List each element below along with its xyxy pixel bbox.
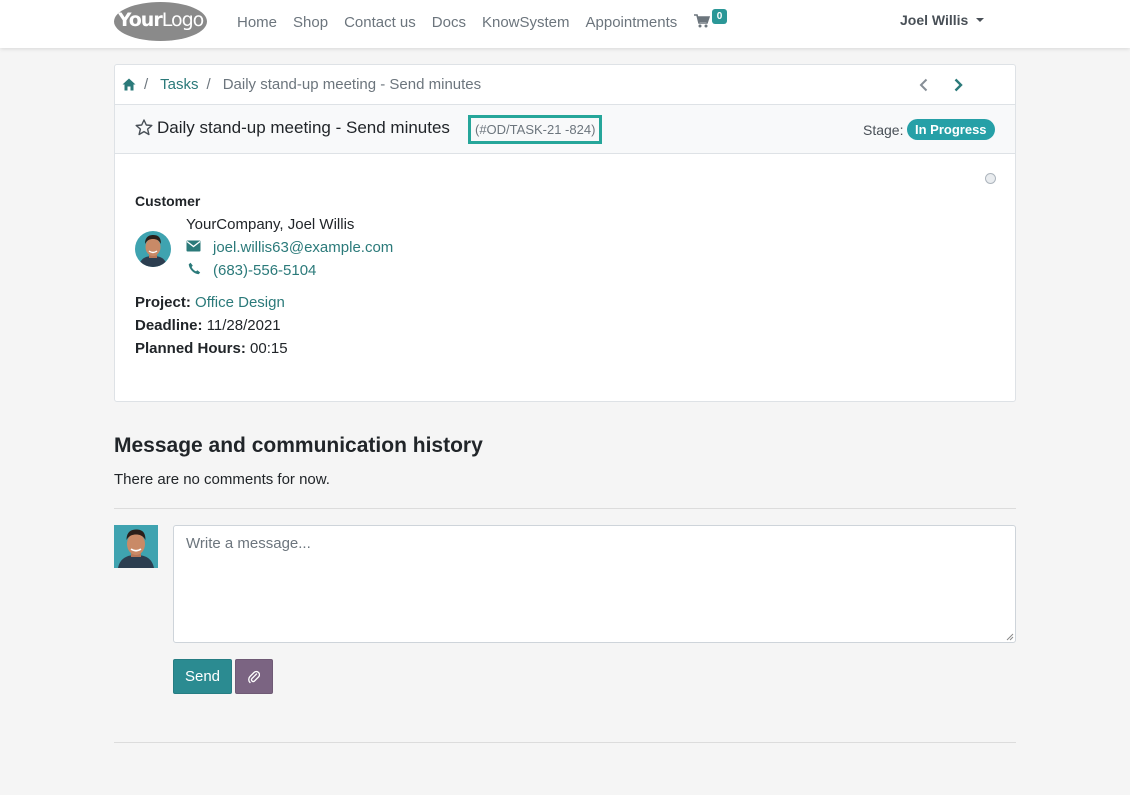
attach-button[interactable] (235, 659, 273, 694)
phone-icon (188, 262, 201, 275)
deadline-field: Deadline: 11/28/2021 (135, 317, 281, 334)
project-field: Project: Office Design (135, 294, 285, 311)
chevron-down-icon (976, 18, 985, 22)
chevron-right-icon[interactable] (951, 77, 965, 93)
task-card: / Tasks / Daily stand-up meeting - Send … (114, 64, 1016, 402)
task-title: Daily stand-up meeting - Send minutes (157, 118, 450, 137)
cart-icon (694, 14, 710, 28)
task-reference: (#OD/TASK-21 -824) (468, 115, 603, 144)
nav-link-docs[interactable]: Docs (432, 14, 466, 31)
stage-label: Stage: (863, 122, 904, 138)
divider (114, 742, 1016, 743)
breadcrumb-current: Daily stand-up meeting - Send minutes (222, 76, 482, 93)
breadcrumb-separator: / (144, 76, 149, 93)
nav-link-appointments[interactable]: Appointments (586, 14, 678, 31)
main-nav: Home Shop Contact us Docs KnowSystem App… (237, 0, 693, 44)
customer-phone-link[interactable]: (683)-556-5104 (213, 262, 316, 279)
company-logo[interactable]: YourLogo (114, 2, 207, 41)
customer-email-link[interactable]: joel.willis63@example.com (213, 239, 393, 256)
user-avatar (114, 525, 158, 568)
user-menu-dropdown[interactable]: Joel Willis (900, 12, 985, 28)
nav-link-knowsystem[interactable]: KnowSystem (482, 14, 570, 31)
customer-label: Customer (135, 193, 201, 209)
home-icon[interactable] (122, 78, 136, 91)
star-outline-icon[interactable] (135, 119, 153, 136)
customer-avatar (135, 231, 171, 267)
task-header: Daily stand-up meeting - Send minutes (#… (115, 105, 1015, 154)
breadcrumb-separator: / (206, 76, 211, 93)
planned-hours-label: Planned Hours: (135, 340, 246, 357)
stage-badge: In Progress (907, 119, 995, 140)
planned-hours-field: Planned Hours: 00:15 (135, 340, 288, 357)
message-input[interactable] (173, 525, 1016, 643)
user-name: Joel Willis (900, 12, 969, 28)
nav-link-contact[interactable]: Contact us (344, 14, 416, 31)
breadcrumb: / Tasks / Daily stand-up meeting - Send … (115, 65, 1015, 105)
customer-phone-row: (683)-556-5104 (186, 262, 316, 279)
project-label: Project: (135, 294, 191, 311)
customer-email-row: joel.willis63@example.com (186, 239, 393, 256)
deadline-label: Deadline: (135, 317, 203, 334)
send-button[interactable]: Send (173, 659, 232, 694)
envelope-icon (186, 240, 201, 252)
deadline-value: 11/28/2021 (206, 317, 281, 334)
planned-hours-value: 00:15 (250, 340, 288, 357)
project-link[interactable]: Office Design (195, 294, 285, 311)
cart-count-badge: 0 (712, 9, 727, 24)
breadcrumb-tasks[interactable]: Tasks (160, 76, 198, 93)
divider (114, 508, 1016, 509)
nav-link-shop[interactable]: Shop (293, 14, 328, 31)
resize-handle-icon[interactable] (1004, 631, 1014, 641)
logo-text: YourLogo (117, 9, 205, 31)
nav-link-home[interactable]: Home (237, 14, 277, 31)
cart-button[interactable]: 0 (694, 9, 734, 35)
history-title: Message and communication history (114, 434, 483, 457)
chevron-left-icon[interactable] (917, 77, 931, 93)
top-navbar: YourLogo Home Shop Contact us Docs KnowS… (0, 0, 1130, 48)
paperclip-icon (248, 670, 260, 684)
status-dot (985, 173, 996, 184)
history-empty-text: There are no comments for now. (114, 471, 330, 488)
customer-name: YourCompany, Joel Willis (186, 216, 355, 233)
